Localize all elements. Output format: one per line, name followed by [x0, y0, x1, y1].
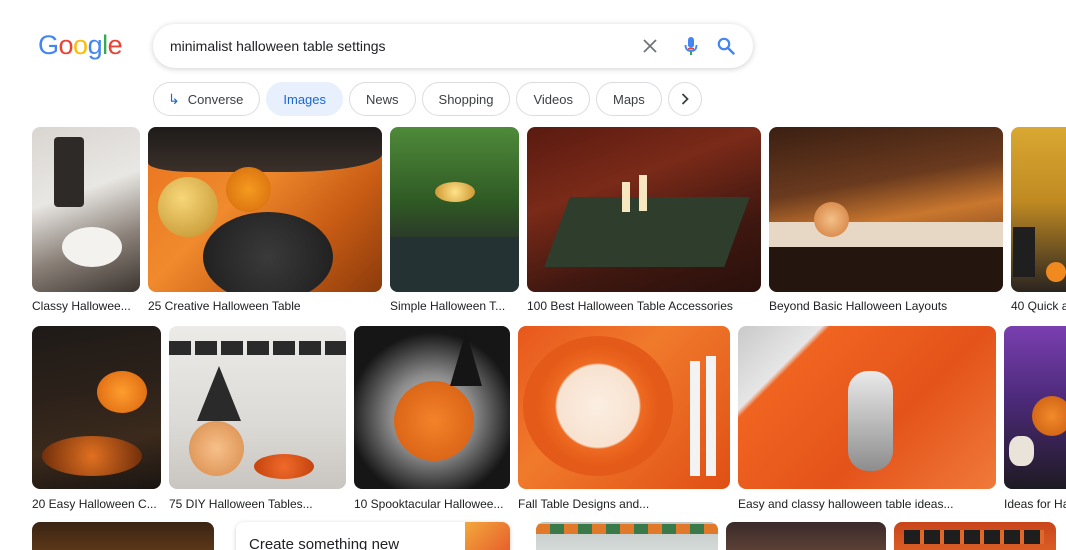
result-image[interactable]: [32, 522, 214, 550]
image-result[interactable]: [536, 522, 718, 550]
result-image[interactable]: [894, 522, 1056, 550]
image-result[interactable]: 10 Spooktacular Hallowee...: [354, 326, 510, 516]
tab-label: Videos: [533, 91, 573, 107]
result-image[interactable]: [738, 326, 996, 489]
image-result[interactable]: Fall Table Designs and...: [518, 326, 730, 516]
result-image[interactable]: [1011, 127, 1066, 292]
image-result[interactable]: 75 DIY Halloween Tables...: [169, 326, 346, 516]
tab-videos[interactable]: Videos: [516, 82, 590, 116]
result-image[interactable]: [726, 522, 886, 550]
google-logo[interactable]: Google: [38, 30, 123, 61]
result-caption: 75 DIY Halloween Tables...: [169, 497, 313, 511]
logo-letter: o: [58, 30, 74, 60]
tab-images[interactable]: Images: [266, 82, 344, 116]
image-result[interactable]: Classy Hallowee...: [32, 127, 140, 317]
tabs-next-button[interactable]: [667, 82, 702, 116]
result-caption: Fall Table Designs and...: [518, 497, 650, 511]
result-image[interactable]: [769, 127, 1003, 292]
result-caption: 25 Creative Halloween Table: [148, 299, 301, 313]
search-tabs: ↳ Converse Images News Shopping Videos M…: [153, 82, 702, 116]
tab-label: Shopping: [438, 91, 494, 107]
image-result[interactable]: 40 Quick a: [1011, 127, 1066, 317]
result-caption: Classy Hallowee...: [32, 299, 131, 313]
result-image[interactable]: [527, 127, 761, 292]
result-image[interactable]: [536, 522, 718, 550]
converse-arrow-icon: ↳: [168, 90, 180, 107]
result-image[interactable]: [1004, 326, 1066, 489]
image-result[interactable]: Beyond Basic Halloween Layouts: [769, 127, 1003, 317]
tab-label: Converse: [187, 91, 244, 107]
result-image[interactable]: [169, 326, 346, 489]
chevron-right-icon: [681, 93, 689, 105]
image-result[interactable]: [32, 522, 214, 550]
result-caption: 10 Spooktacular Hallowee...: [354, 497, 504, 511]
image-result[interactable]: [894, 522, 1056, 550]
tab-converse[interactable]: ↳ Converse: [153, 82, 261, 116]
result-caption: Ideas for Ha: [1004, 497, 1066, 511]
result-image[interactable]: [354, 326, 510, 489]
image-result[interactable]: 20 Easy Halloween C...: [32, 326, 161, 516]
tab-maps[interactable]: Maps: [596, 82, 662, 116]
logo-letter: e: [107, 30, 123, 60]
search-box[interactable]: minimalist halloween table settings: [153, 24, 753, 68]
logo-letter: G: [38, 30, 59, 60]
result-caption: Easy and classy halloween table ideas...: [738, 497, 954, 511]
search-input[interactable]: minimalist halloween table settings: [170, 38, 386, 54]
image-result[interactable]: 25 Creative Halloween Table: [148, 127, 382, 317]
search-icon[interactable]: [714, 34, 738, 58]
tab-label: Maps: [613, 91, 645, 107]
tab-news[interactable]: News: [349, 82, 416, 116]
create-card-text: Create something new: [249, 536, 400, 550]
result-caption: 20 Easy Halloween C...: [32, 497, 157, 511]
result-image[interactable]: [390, 127, 519, 292]
result-caption: Simple Halloween T...: [390, 299, 506, 313]
result-caption: Beyond Basic Halloween Layouts: [769, 299, 948, 313]
tab-label: News: [366, 91, 399, 107]
result-image[interactable]: [32, 326, 161, 489]
image-result[interactable]: Simple Halloween T...: [390, 127, 519, 317]
image-result[interactable]: Easy and classy halloween table ideas...: [738, 326, 996, 516]
tab-label: Images: [283, 91, 327, 107]
result-image[interactable]: [148, 127, 382, 292]
tab-shopping[interactable]: Shopping: [421, 82, 511, 116]
close-icon[interactable]: [638, 34, 662, 58]
result-image[interactable]: [32, 127, 140, 292]
image-result[interactable]: 100 Best Halloween Table Accessories: [527, 127, 761, 317]
logo-letter: o: [73, 30, 88, 60]
image-result[interactable]: Ideas for Ha: [1004, 326, 1066, 516]
mic-icon[interactable]: [679, 34, 703, 58]
result-caption: 100 Best Halloween Table Accessories: [527, 299, 733, 313]
image-result[interactable]: [726, 522, 886, 550]
result-caption: 40 Quick a: [1011, 299, 1066, 313]
logo-letter: g: [87, 30, 103, 60]
result-image[interactable]: [518, 326, 730, 489]
